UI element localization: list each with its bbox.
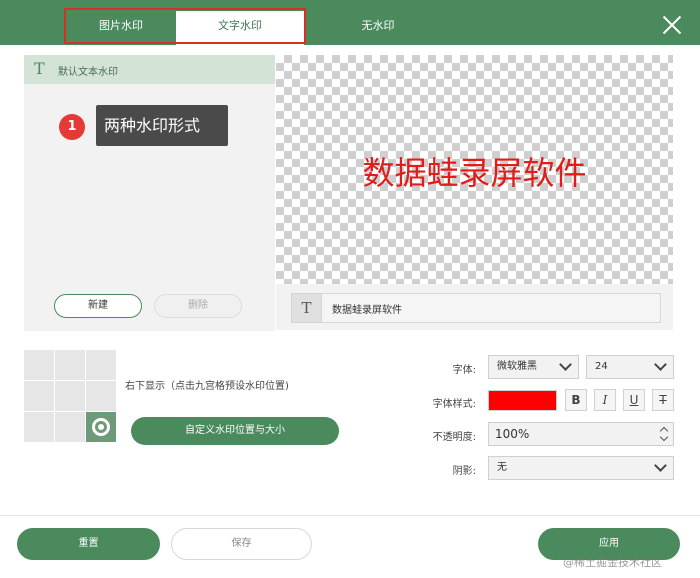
watermark-text-value: 数据蛙录屏软件 [332,305,402,316]
grid-cell-top-left[interactable] [24,350,54,380]
footer-divider [0,515,700,516]
spin-down-icon[interactable] [659,432,669,442]
font-size-select[interactable]: 24 [586,355,674,379]
grid-cell-top-right[interactable] [86,350,116,380]
watermark-preview: 数据蛙录屏软件 [276,55,673,284]
position-label: 右下显示（点击九宫格预设水印位置) [125,381,289,392]
watermark-item-label: 默认文本水印 [58,67,118,78]
position-grid [24,350,116,442]
annotation-callout: 两种水印形式 [96,105,228,146]
italic-button[interactable]: I [594,389,616,411]
grid-cell-middle-left[interactable] [24,381,54,411]
font-size-value: 24 [595,361,608,372]
grid-cell-bottom-left[interactable] [24,412,54,442]
font-color-swatch[interactable] [488,390,557,411]
opacity-stepper[interactable]: 100% [488,422,674,446]
grid-cell-top-center[interactable] [55,350,85,380]
font-style-label: 字体样式: [432,399,476,410]
strikethrough-button[interactable]: T [652,389,674,411]
new-button[interactable]: 新建 [54,294,142,318]
bold-button[interactable]: B [565,389,587,411]
opacity-value: 100% [495,427,530,441]
custom-position-button[interactable]: 自定义水印位置与大小 [131,417,339,445]
underline-button[interactable]: U [623,389,645,411]
save-button[interactable]: 保存 [171,528,312,560]
opacity-label: 不透明度: [432,432,476,443]
chevron-down-icon [559,358,572,371]
font-label: 字体: [452,365,476,376]
grid-cell-middle-right[interactable] [86,381,116,411]
delete-button[interactable]: 删除 [154,294,242,318]
font-select-value: 微软雅黑 [497,361,537,372]
watermark-text-input[interactable]: T 数据蛙录屏软件 [291,293,661,323]
close-icon[interactable] [662,15,682,35]
tab-highlight-box [64,8,306,44]
grid-cell-center[interactable] [55,381,85,411]
watermark-list-panel: T 默认文本水印 [24,55,275,331]
shadow-select[interactable]: 无 [488,456,674,480]
chevron-down-icon [654,459,667,472]
app-logo-icon [92,418,110,436]
tab-no-watermark[interactable]: 无水印 [314,11,442,45]
watermark-list-item[interactable]: T 默认文本水印 [24,55,275,84]
grid-cell-bottom-right[interactable] [86,412,116,442]
grid-cell-bottom-center[interactable] [55,412,85,442]
site-credit-watermark: @稀土掘金技术社区 [563,556,662,569]
shadow-value: 无 [497,462,507,473]
annotation-number-badge: 1 [59,114,85,140]
text-t-icon: T [34,59,45,78]
shadow-label: 阴影: [452,466,476,477]
reset-button[interactable]: 重置 [17,528,160,560]
text-t-icon: T [292,294,322,322]
chevron-down-icon [654,358,667,371]
title-bar: 图片水印 文字水印 无水印 [0,0,700,45]
font-select[interactable]: 微软雅黑 [488,355,579,379]
preview-watermark-text: 数据蛙录屏软件 [362,154,587,192]
